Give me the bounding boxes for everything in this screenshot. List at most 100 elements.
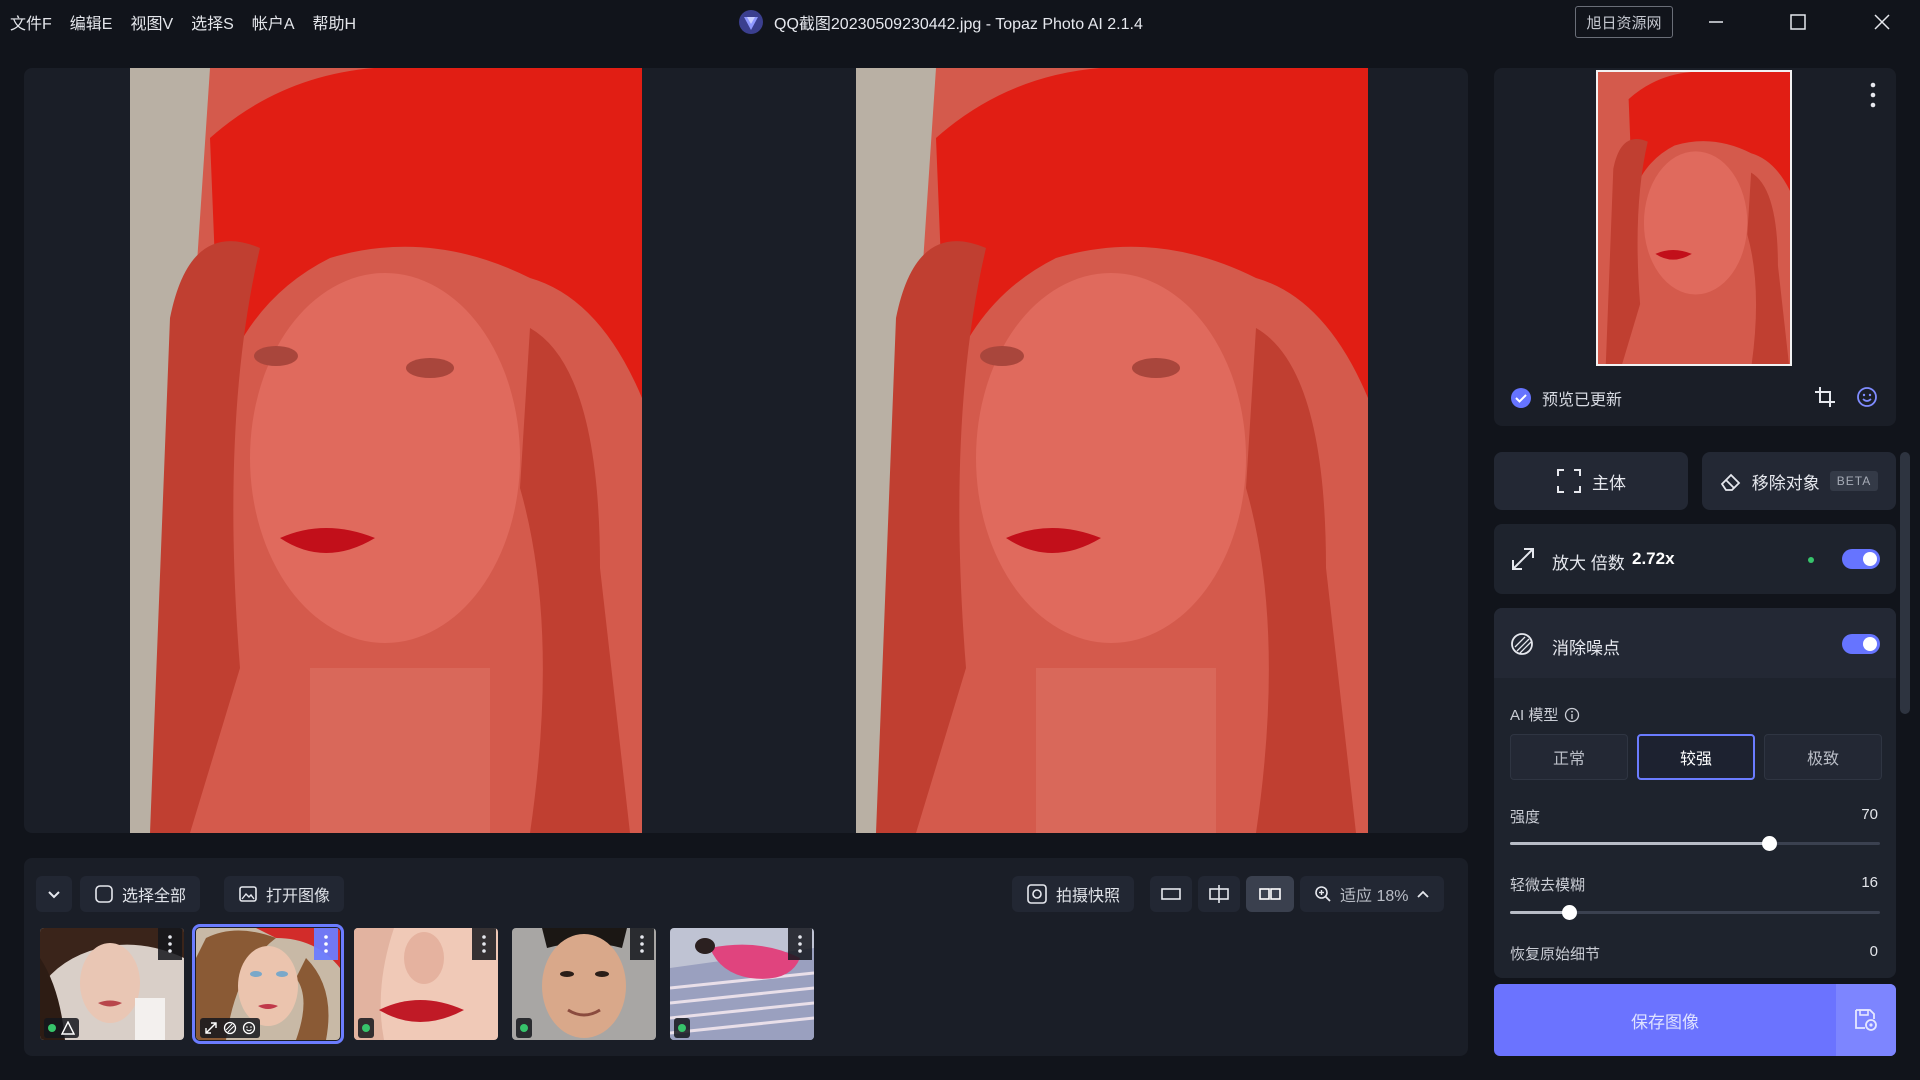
image-queue-panel: 选择全部 打开图像 拍摄快照 适应 18% — [24, 858, 1468, 1056]
portrait-photo-original — [130, 68, 642, 833]
image-preview-area[interactable] — [24, 68, 1468, 833]
zoom-icon — [1315, 886, 1331, 902]
close-button[interactable] — [1850, 0, 1914, 44]
window-title-text: QQ截图20230509230442.jpg - Topaz Photo AI … — [774, 16, 1143, 33]
minimize-button[interactable] — [1684, 0, 1748, 44]
face-icon — [242, 1021, 256, 1035]
navigator-panel: 预览已更新 — [1494, 68, 1896, 426]
save-options-button[interactable] — [1836, 984, 1896, 1056]
view-side-by-side-button[interactable] — [1246, 876, 1294, 912]
thumbnail-5-more-button[interactable] — [788, 928, 812, 960]
save-image-button[interactable]: 保存图像 — [1494, 984, 1896, 1056]
model-normal-button[interactable]: 正常 — [1510, 734, 1628, 780]
title-bar: 文件F 编辑E 视图V 选择S 帐户A 帮助H QQ截图202305092304… — [0, 0, 1920, 44]
thumbnail-5[interactable] — [670, 928, 814, 1040]
remove-object-button[interactable]: 移除对象 BETA — [1702, 452, 1896, 510]
deblur-slider-fill — [1510, 911, 1570, 914]
ready-dot-icon — [48, 1024, 56, 1032]
thumbnail-2-more-button[interactable] — [314, 928, 338, 960]
thumbnail-1-more-button[interactable] — [158, 928, 182, 960]
processed-image[interactable] — [856, 68, 1368, 833]
menu-view[interactable]: 视图V — [130, 10, 173, 34]
menu-edit[interactable]: 编辑E — [70, 10, 113, 34]
thumbnail-3-status — [358, 1018, 374, 1038]
denoise-header[interactable]: 消除噪点 — [1494, 608, 1896, 678]
more-vertical-icon — [482, 935, 486, 953]
navigator-more-button[interactable] — [1870, 82, 1876, 113]
view-single-button[interactable] — [1150, 876, 1192, 912]
strength-slider-fill — [1510, 842, 1769, 845]
upscale-card[interactable]: 放大 倍数 2.72x — [1494, 524, 1896, 594]
view-split-button[interactable] — [1198, 876, 1240, 912]
recover-detail-label: 恢复原始细节 — [1510, 946, 1601, 963]
thumbnail-4-more-button[interactable] — [630, 928, 654, 960]
deblur-slider[interactable] — [1510, 905, 1880, 920]
thumbnail-3-more-button[interactable] — [472, 928, 496, 960]
menu-help[interactable]: 帮助H — [313, 10, 357, 34]
select-all-label: 选择全部 — [122, 888, 187, 905]
more-vertical-icon — [640, 935, 644, 953]
settings-scrollbar[interactable] — [1900, 452, 1910, 714]
split-view-icon — [1209, 885, 1229, 903]
navigator-thumbnail[interactable] — [1596, 70, 1792, 366]
checkbox-icon — [95, 885, 113, 903]
preview-status: 预览已更新 — [1510, 386, 1622, 410]
select-all-button[interactable]: 选择全部 — [80, 876, 201, 912]
thumbnail-2-selected[interactable] — [192, 924, 344, 1044]
camera-icon — [1027, 884, 1047, 904]
menu-file[interactable]: 文件F — [10, 10, 52, 34]
model-extreme-button[interactable]: 极致 — [1764, 734, 1882, 780]
upscale-arrow-icon — [1512, 548, 1534, 570]
image-icon — [239, 886, 257, 902]
open-image-label: 打开图像 — [266, 888, 331, 905]
model-strong-button[interactable]: 较强 — [1637, 734, 1755, 780]
eraser-icon — [1720, 473, 1741, 491]
original-image[interactable] — [130, 68, 642, 833]
more-vertical-icon — [1870, 82, 1876, 108]
maximize-button[interactable] — [1766, 0, 1830, 44]
close-icon — [1874, 14, 1890, 30]
save-image-label: 保存图像 — [1631, 1012, 1699, 1032]
open-image-button[interactable]: 打开图像 — [224, 876, 345, 912]
face-icon — [1857, 387, 1877, 407]
snapshot-button[interactable]: 拍摄快照 — [1012, 876, 1135, 912]
maximize-icon — [1790, 14, 1806, 30]
strength-slider[interactable] — [1510, 836, 1880, 851]
face-detect-button[interactable] — [1856, 386, 1878, 413]
save-settings-icon — [1855, 1009, 1877, 1031]
menu-account[interactable]: 帐户A — [252, 10, 295, 34]
focus-frame-icon — [1557, 469, 1581, 493]
side-by-side-icon — [1259, 888, 1281, 900]
strength-value: 70 — [1861, 806, 1878, 823]
ready-dot-icon — [678, 1024, 686, 1032]
deblur-value: 16 — [1861, 874, 1878, 891]
zoom-control[interactable]: 适应 18% — [1300, 876, 1445, 912]
preview-status-text: 预览已更新 — [1542, 392, 1623, 409]
thumbnail-4[interactable] — [512, 928, 656, 1040]
info-icon[interactable] — [1564, 707, 1580, 723]
thumbnail-2-status — [200, 1018, 260, 1038]
denoise-icon — [223, 1021, 237, 1035]
upscale-toggle[interactable] — [1842, 549, 1880, 569]
more-vertical-icon — [324, 935, 328, 953]
ai-model-heading: AI 模型 — [1510, 704, 1580, 725]
collapse-queue-button[interactable] — [36, 876, 72, 912]
strength-slider-knob[interactable] — [1762, 836, 1777, 851]
warning-triangle-icon — [61, 1021, 75, 1035]
beta-badge: BETA — [1829, 471, 1879, 491]
subject-mode-button[interactable]: 主体 — [1494, 452, 1688, 510]
thumbnail-1[interactable] — [40, 928, 184, 1040]
topaz-logo-icon — [739, 10, 763, 34]
crop-button[interactable] — [1814, 386, 1836, 413]
zoom-label: 适应 18% — [1340, 888, 1409, 905]
menu-select[interactable]: 选择S — [191, 10, 234, 34]
denoise-toggle[interactable] — [1842, 634, 1880, 654]
denoise-label: 消除噪点 — [1552, 639, 1620, 658]
thumbnail-3[interactable] — [354, 928, 498, 1040]
thumbnail-4-status — [516, 1018, 532, 1038]
check-circle-icon — [1511, 388, 1531, 408]
crop-icon — [1815, 387, 1835, 407]
portrait-photo-processed — [856, 68, 1368, 833]
chevron-up-icon — [1417, 890, 1430, 898]
thumbnail-5-status — [674, 1018, 690, 1038]
